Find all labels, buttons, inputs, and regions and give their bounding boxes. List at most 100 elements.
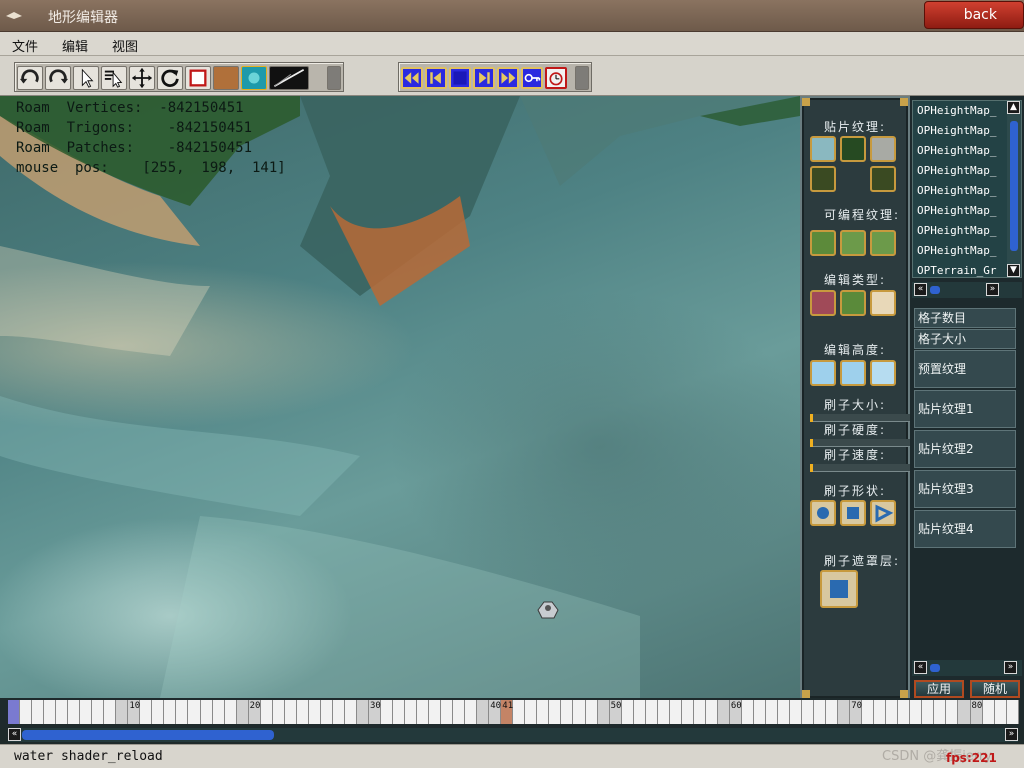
menu-view[interactable]: 视图	[112, 36, 138, 55]
timeline-frame[interactable]: 60	[729, 700, 742, 724]
list-item[interactable]: OPHeightMap_	[913, 181, 1005, 201]
timeline-frame[interactable]	[140, 700, 153, 724]
tile-texture-2[interactable]	[840, 136, 866, 162]
timeline-frame[interactable]	[393, 700, 406, 724]
timeline-frame[interactable]	[621, 700, 634, 724]
scroll-down-icon[interactable]: ▼	[1007, 264, 1020, 277]
timeline-scrollbar[interactable]: « »	[8, 728, 1018, 742]
timeline-frame[interactable]	[236, 700, 249, 724]
undo-icon[interactable]	[17, 66, 43, 90]
timeline-frame[interactable]	[862, 700, 875, 724]
list-item[interactable]: OPHeightMap_	[913, 221, 1005, 241]
timeline-frame[interactable]	[356, 700, 369, 724]
scroll-left-icon[interactable]: «	[914, 661, 927, 674]
edit-type-1[interactable]	[810, 290, 836, 316]
timeline-frame[interactable]	[934, 700, 947, 724]
list-item[interactable]: OPHeightMap_	[913, 141, 1005, 161]
timeline-frame[interactable]	[657, 700, 670, 724]
timeline-frame[interactable]	[874, 700, 887, 724]
timeline-frame[interactable]	[477, 700, 490, 724]
timeline-frame[interactable]: 20	[248, 700, 261, 724]
timeline-frame[interactable]	[344, 700, 357, 724]
programmable-texture-3[interactable]	[870, 230, 896, 256]
timeline-frame[interactable]	[717, 700, 730, 724]
timeline-frame[interactable]: 10	[128, 700, 141, 724]
timeline-frame[interactable]	[525, 700, 538, 724]
timeline-frame[interactable]	[152, 700, 165, 724]
programmable-texture-2[interactable]	[840, 230, 866, 256]
timeline-frame[interactable]	[164, 700, 177, 724]
heightmap-list[interactable]: OPHeightMap_ OPHeightMap_ OPHeightMap_ O…	[912, 100, 1022, 278]
timeline-frame[interactable]	[922, 700, 935, 724]
timeline-frame[interactable]: 70	[850, 700, 863, 724]
timeline-frame[interactable]	[765, 700, 778, 724]
back-button[interactable]: back	[924, 1, 1024, 29]
timeline-frame[interactable]	[838, 700, 851, 724]
timeline-frame[interactable]	[296, 700, 309, 724]
timeline-frame[interactable]	[320, 700, 333, 724]
prop-tile-texture-1[interactable]: 贴片纹理1	[914, 390, 1016, 428]
rotate-icon[interactable]	[157, 66, 183, 90]
timeline-frame[interactable]	[429, 700, 442, 724]
timeline-frame[interactable]	[176, 700, 189, 724]
timeline-frame[interactable]	[308, 700, 321, 724]
timeline-frame[interactable]	[513, 700, 526, 724]
timeline-frame[interactable]	[946, 700, 959, 724]
brush-speed-slider[interactable]	[810, 464, 910, 472]
timeline-frame[interactable]	[200, 700, 213, 724]
timeline-frame[interactable]	[778, 700, 791, 724]
timeline-frame[interactable]	[537, 700, 550, 724]
list-vertical-scrollbar[interactable]: ▲ ▼	[1007, 101, 1021, 277]
timeline-frame[interactable]: 40	[489, 700, 502, 724]
redo-icon[interactable]	[45, 66, 71, 90]
timeline-frame[interactable]	[224, 700, 237, 724]
timeline-frame[interactable]	[20, 700, 33, 724]
menu-file[interactable]: 文件	[12, 36, 38, 55]
menu-edit[interactable]: 编辑	[62, 36, 88, 55]
tile-texture-1[interactable]	[810, 136, 836, 162]
timeline-frame[interactable]: 80	[970, 700, 983, 724]
lower-height-icon[interactable]	[840, 360, 866, 386]
timeline-frame[interactable]	[597, 700, 610, 724]
tile-texture-4[interactable]	[810, 166, 836, 192]
select-arrow-icon[interactable]	[73, 66, 99, 90]
prop-tile-texture-4[interactable]: 贴片纹理4	[914, 510, 1016, 548]
list-item[interactable]: OPHeightMap_	[913, 201, 1005, 221]
list-item[interactable]: OPHeightMap_	[913, 161, 1005, 181]
prev-frame-icon[interactable]	[425, 67, 447, 89]
timeline-frame[interactable]	[898, 700, 911, 724]
prop-tile-texture-2[interactable]: 贴片纹理2	[914, 430, 1016, 468]
fast-forward-icon[interactable]	[497, 67, 519, 89]
timeline-frame[interactable]	[705, 700, 718, 724]
timeline-frame[interactable]	[8, 700, 21, 724]
prop-grid-size[interactable]: 格子大小	[914, 329, 1016, 349]
timeline-frame[interactable]	[994, 700, 1007, 724]
raise-height-icon[interactable]	[810, 360, 836, 386]
timeline-frame[interactable]	[1006, 700, 1019, 724]
timeline-frame[interactable]	[116, 700, 129, 724]
random-button[interactable]: 随机	[970, 680, 1020, 698]
next-frame-icon[interactable]	[473, 67, 495, 89]
timeline-frame[interactable]: 50	[609, 700, 622, 724]
timeline-frame[interactable]	[910, 700, 923, 724]
scroll-thumb[interactable]	[1010, 121, 1018, 251]
multi-select-icon[interactable]	[101, 66, 127, 90]
timeline-frame[interactable]	[68, 700, 81, 724]
timeline-frame[interactable]	[332, 700, 345, 724]
programmable-texture-1[interactable]	[810, 230, 836, 256]
timeline-frame[interactable]	[32, 700, 45, 724]
scroll-up-icon[interactable]: ▲	[1007, 101, 1020, 114]
timeline-frame[interactable]	[56, 700, 69, 724]
timeline-frame[interactable]	[92, 700, 105, 724]
frame-timeline[interactable]: 10 20 30 40 41 50 60 70 80	[0, 698, 1024, 728]
list-item[interactable]: OPHeightMap_	[913, 241, 1005, 261]
move-icon[interactable]	[129, 66, 155, 90]
scroll-left-icon[interactable]: «	[8, 728, 21, 741]
scroll-left-icon[interactable]: «	[914, 283, 927, 296]
timeline-frame[interactable]	[693, 700, 706, 724]
fast-rewind-icon[interactable]	[401, 67, 423, 89]
timeline-frame[interactable]	[669, 700, 682, 724]
list-item[interactable]: OPTerrain_Gr	[913, 261, 1005, 277]
water-texture-icon[interactable]	[241, 66, 267, 90]
timeline-frame[interactable]: 41	[501, 700, 514, 724]
